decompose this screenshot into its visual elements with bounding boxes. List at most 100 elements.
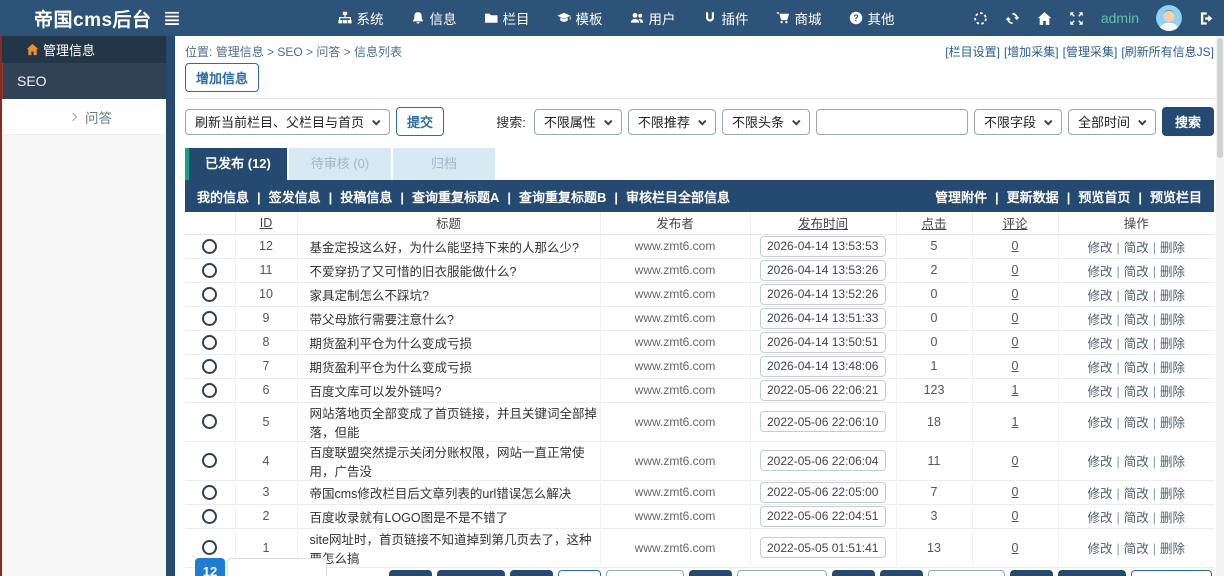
row-delete-link[interactable]: 删除 [1160,511,1185,525]
row-title-link[interactable]: 不爱穿扔了又可惜的旧衣服能做什么? [310,265,517,279]
row-time-input[interactable] [760,379,886,401]
row-title-link[interactable]: 家具定制怎么不踩坑? [310,289,429,303]
scrollbar-thumb[interactable] [1217,38,1223,158]
info-bar-link[interactable]: 审核栏目全部信息 [606,187,730,206]
info-bar-link[interactable]: 我的信息 [197,187,249,206]
avatar[interactable] [1156,5,1182,31]
row-delete-link[interactable]: 删除 [1160,361,1185,375]
row-select-radio[interactable] [202,238,218,254]
row-comments-link[interactable]: 0 [1012,287,1019,301]
info-bar-link[interactable]: 签发信息 [249,187,321,206]
folder-icon[interactable]: 栏目 [484,8,530,28]
row-select-radio[interactable] [202,382,218,398]
search-button[interactable]: 搜索 [1161,107,1214,136]
row-edit-link[interactable]: 修改 [1087,385,1112,399]
tab-pending[interactable]: 待审核 (0) [289,148,391,180]
row-title-link[interactable]: 基金定投这么好，为什么能坚持下来的人那么少? [310,241,579,255]
row-quickedit-link[interactable]: 简改 [1124,337,1149,351]
row-edit-link[interactable]: 修改 [1087,455,1112,469]
row-quickedit-link[interactable]: 简改 [1124,511,1149,525]
batch-action-button[interactable]: 删除 [389,570,433,576]
sidebar-group-seo[interactable]: SEO [0,63,166,99]
row-comments-link[interactable]: 0 [1012,359,1019,373]
row-select-radio[interactable] [202,286,218,302]
fullscreen-icon[interactable] [1069,11,1084,26]
cart-icon[interactable]: 商城 [776,8,822,28]
attribute-filter-select[interactable]: 不限属性 [533,108,622,135]
add-info-button[interactable]: 增加信息 [185,63,260,92]
time-range-select[interactable]: 全部时间 [1067,108,1156,135]
row-edit-link[interactable]: 修改 [1087,361,1112,375]
search-keyword-input[interactable] [815,108,968,135]
headline-filter-select[interactable]: 不限头条 [721,108,810,135]
row-quickedit-link[interactable]: 简改 [1124,542,1149,556]
row-title-link[interactable]: 百度联盟突然提示关闭分账权限，网站一直正常使用，广告没 [310,446,585,479]
row-time-input[interactable] [760,355,886,377]
info-bar-link[interactable]: 管理附件 [935,187,987,206]
row-title-link[interactable]: site网址时，首页链接不知道掉到第几页去了，这种要怎么搞 [310,533,592,566]
row-comments-link[interactable]: 0 [1012,509,1019,523]
row-time-input[interactable] [760,331,886,353]
row-delete-link[interactable]: 删除 [1160,313,1185,327]
row-quickedit-link[interactable]: 简改 [1124,487,1149,501]
sidebar-item-qa[interactable]: 问答 [0,99,166,135]
row-edit-link[interactable]: 修改 [1087,337,1112,351]
row-select-radio[interactable] [202,540,218,556]
batch-action-button[interactable]: 置顶 [1010,570,1054,576]
row-edit-link[interactable]: 修改 [1087,313,1112,327]
row-edit-link[interactable]: 修改 [1087,511,1112,525]
row-edit-link[interactable]: 修改 [1087,241,1112,255]
hamburger-menu-icon[interactable] [164,10,180,26]
header-quick-link[interactable]: [刷新所有信息JS] [1121,43,1214,60]
row-title-link[interactable]: 帝国cms修改栏目后文章列表的url错误怎么解决 [310,487,572,501]
row-comments-link[interactable]: 0 [1012,263,1019,277]
row-select-radio[interactable] [202,310,218,326]
logout-icon[interactable] [1199,11,1214,26]
column-header-clicks[interactable]: 点击 [895,212,972,235]
row-title-link[interactable]: 期货盈利平仓为什么变成亏损 [310,337,473,351]
row-select-radio[interactable] [202,453,218,469]
users-icon[interactable]: 用户 [630,8,676,28]
row-comments-link[interactable]: 0 [1012,239,1019,253]
question-icon[interactable]: 其他 [849,8,895,28]
field-select[interactable]: 不限字段 [973,108,1062,135]
batch-action-button[interactable]: 推送 [558,570,602,576]
row-delete-link[interactable]: 删除 [1160,289,1185,303]
submit-button[interactable]: 提交 [396,107,445,136]
batch-action-button[interactable]: 取消头条 [736,570,827,576]
row-delete-link[interactable]: 删除 [1160,385,1185,399]
row-comments-link[interactable]: 0 [1012,541,1019,555]
column-header-comments[interactable]: 评论 [971,212,1058,235]
header-quick-link[interactable]: [管理采集] [1063,43,1118,60]
tab-archived[interactable]: 归档 [393,148,495,180]
row-quickedit-link[interactable]: 简改 [1124,455,1149,469]
row-delete-link[interactable]: 删除 [1160,416,1185,430]
row-edit-link[interactable]: 修改 [1087,289,1112,303]
row-select-radio[interactable] [202,262,218,278]
row-edit-link[interactable]: 修改 [1087,265,1112,279]
row-edit-link[interactable]: 修改 [1087,487,1112,501]
row-title-link[interactable]: 期货盈利平仓为什么变成亏损 [310,361,473,375]
info-bar-link[interactable]: 更新数据 [987,187,1059,206]
row-time-input[interactable] [760,450,886,471]
batch-action-button[interactable]: 修改时间 [1058,570,1127,576]
row-delete-link[interactable]: 删除 [1160,487,1185,501]
home-icon[interactable] [1037,11,1052,26]
row-comments-link[interactable]: 1 [1012,415,1019,429]
row-time-input[interactable] [760,307,886,329]
row-select-radio[interactable] [202,334,218,350]
info-bar-link[interactable]: 预览栏目 [1130,187,1202,206]
sitemap-icon[interactable]: 系统 [338,8,384,28]
row-delete-link[interactable]: 删除 [1160,241,1185,255]
row-title-link[interactable]: 百度收录就有LOGO图是不是不错了 [310,511,509,525]
batch-action-button[interactable]: 归档 [879,570,923,576]
column-header-id[interactable]: ID [234,212,297,235]
row-quickedit-link[interactable]: 简改 [1124,313,1149,327]
row-comments-link[interactable]: 0 [1012,454,1019,468]
info-bar-link[interactable]: 查询重复标题A [392,187,499,206]
row-delete-link[interactable]: 删除 [1160,542,1185,556]
tab-published[interactable]: 已发布 (12) [185,148,287,180]
row-quickedit-link[interactable]: 简改 [1124,361,1149,375]
batch-action-button[interactable]: 不推荐 [606,570,684,576]
row-time-input[interactable] [760,259,886,281]
